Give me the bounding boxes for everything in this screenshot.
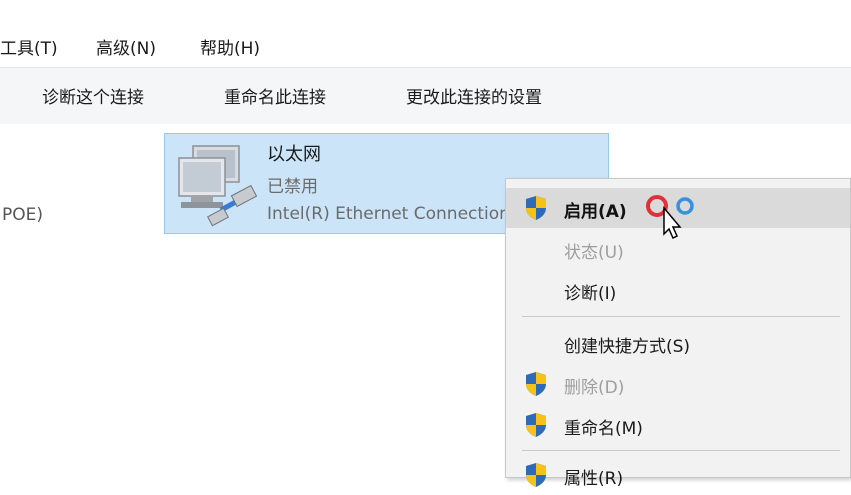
menu-item-label: 诊断(I)	[564, 284, 617, 304]
menu-tools[interactable]: 工具(T)	[0, 34, 58, 59]
menu-help[interactable]: 帮助(H)	[200, 34, 260, 59]
menu-separator	[522, 316, 840, 317]
menu-advanced[interactable]: 高级(N)	[96, 34, 156, 59]
menu-item-label: 删除(D)	[564, 378, 625, 398]
uac-shield-icon	[526, 196, 546, 220]
menu-separator	[522, 450, 840, 451]
menu-item-properties[interactable]: 属性(R)	[506, 455, 850, 495]
menu-item-rename[interactable]: 重命名(M)	[506, 405, 850, 445]
menu-item-delete[interactable]: 删除(D)	[506, 364, 850, 404]
adapter-name: 以太网	[267, 144, 321, 165]
menu-item-label: 重命名(M)	[564, 419, 643, 439]
mouse-cursor-icon	[663, 206, 682, 240]
change-connection-settings-button[interactable]: 更改此连接的设置	[406, 83, 542, 108]
menu-item-label: 启用(A)	[564, 202, 627, 222]
rename-connection-button[interactable]: 重命名此连接	[224, 83, 326, 108]
diagnose-connection-button[interactable]: 诊断这个连接	[42, 83, 144, 108]
menu-item-diagnose[interactable]: 诊断(I)	[506, 270, 850, 310]
uac-shield-icon	[526, 372, 546, 396]
menu-bar: 工具(T) 高级(N) 帮助(H)	[0, 30, 851, 62]
command-toolbar: 诊断这个连接 重命名此连接 更改此连接的设置	[0, 67, 851, 125]
window-title-bar	[0, 0, 851, 18]
menu-item-create-shortcut[interactable]: 创建快捷方式(S)	[506, 323, 850, 363]
menu-item-label: 创建快捷方式(S)	[564, 337, 691, 357]
menu-item-label: 属性(R)	[564, 469, 624, 489]
adapter-status: 已禁用	[267, 177, 318, 197]
uac-shield-icon	[526, 463, 546, 487]
partial-adapter-label: POE)	[2, 205, 44, 225]
uac-shield-icon	[526, 413, 546, 437]
menu-item-label: 状态(U)	[564, 243, 624, 263]
network-adapter-icon	[178, 145, 258, 227]
